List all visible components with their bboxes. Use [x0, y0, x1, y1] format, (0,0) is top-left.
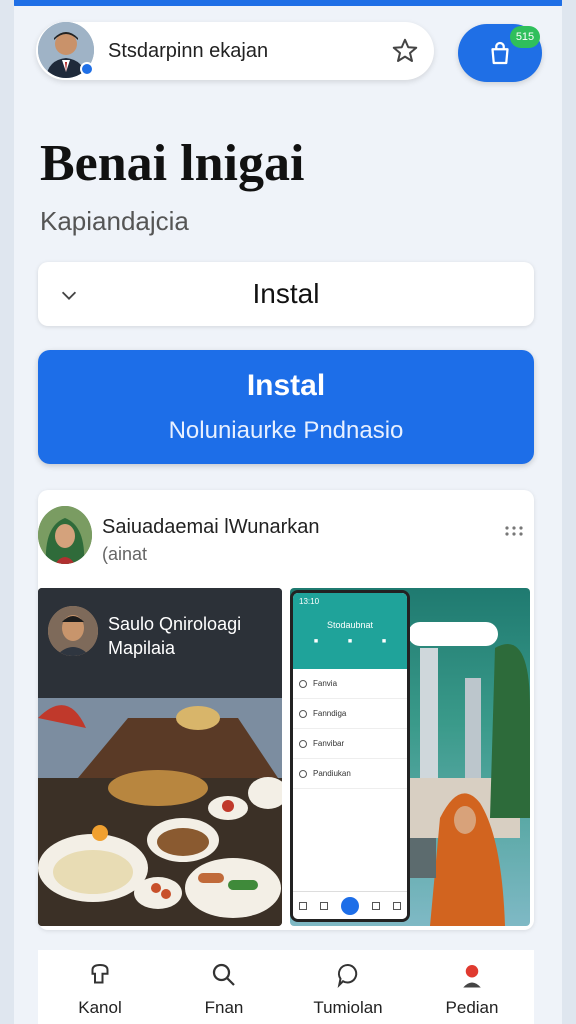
app-preview-image[interactable]: 13:10 Stodaubnat ■ ■ ■ Fanvia Fanndiga F…: [290, 588, 530, 926]
app-screen: Stsdarpinn ekajan 515 Benai lnigai Kapia…: [14, 6, 562, 1024]
search-icon: [212, 963, 235, 986]
phone-nav-icon: [371, 901, 380, 910]
list-bullet-icon: [299, 709, 307, 718]
install-button[interactable]: Instal Noluniaurke Pndnasio: [38, 350, 534, 464]
phone-tabs: ■ ■ ■: [299, 638, 401, 645]
phone-tab: ■: [313, 638, 319, 645]
nav-label-chat: Tumiolan: [313, 998, 383, 1017]
phone-mockup: 13:10 Stodaubnat ■ ■ ■ Fanvia Fanndiga F…: [290, 590, 410, 922]
more-options-icon[interactable]: [504, 526, 524, 536]
page-title: Benai lnigai: [40, 135, 305, 192]
install-button-label: Instal: [246, 369, 326, 402]
phone-list-item: Fanvia: [293, 669, 407, 699]
search-input[interactable]: Stsdarpinn ekajan: [108, 40, 390, 63]
list-bullet-icon: [299, 739, 307, 748]
post-author[interactable]: Saiuadaemai lWunarkan: [102, 516, 320, 539]
cart-count-badge: 515: [510, 26, 540, 48]
shopping-bag-button[interactable]: 515: [458, 24, 542, 82]
preview-avatar: [48, 606, 98, 656]
phone-tab: ■: [347, 638, 353, 645]
nav-label-search: Fnan: [204, 998, 244, 1017]
search-bar[interactable]: Stsdarpinn ekajan: [36, 22, 434, 80]
phone-list-item: Fanvibar: [293, 729, 407, 759]
phone-app-title: Stodaubnat: [326, 620, 374, 630]
install-button-sublabel: Noluniaurke Pndnasio: [168, 417, 404, 444]
chevron-down-icon: [61, 291, 77, 300]
user-avatar[interactable]: [38, 22, 96, 80]
phone-nav-icon: [392, 901, 401, 910]
phone-header: 13:10 Stodaubnat ■ ■ ■: [293, 593, 407, 669]
phone-list-item: Fanndiga: [293, 699, 407, 729]
phone-list-label: Fanndiga: [313, 709, 347, 718]
list-bullet-icon: [299, 679, 307, 688]
post-meta: (ainat: [102, 544, 148, 564]
list-bullet-icon: [299, 769, 307, 778]
phone-nav-icon: [320, 901, 329, 910]
nav-item-search[interactable]: Fnan: [169, 960, 279, 1018]
preview-title: Saulo Qniroloagi Mapilaia: [108, 612, 241, 660]
phone-list-label: Fanvibar: [313, 739, 345, 748]
bottom-navigation: Kanol Fnan Tumiolan Pedian: [38, 950, 534, 1024]
phone-list-label: Fanvia: [313, 679, 338, 688]
nav-item-profile[interactable]: Pedian: [417, 960, 527, 1018]
profile-icon: [463, 965, 481, 988]
phone-list-item: Pandiukan: [293, 759, 407, 789]
phone-time: 13:10: [299, 597, 320, 606]
preview-title-line-2: Mapilaia: [108, 638, 176, 658]
food-preview-image[interactable]: Saulo Qniroloagi Mapilaia: [38, 588, 282, 926]
online-indicator: [80, 62, 94, 76]
install-dropdown-label: Instal: [252, 278, 320, 309]
phone-nav-icon: [299, 901, 308, 910]
preview-title-line-1: Saulo Qniroloagi: [108, 614, 242, 634]
phone-fab: [340, 896, 359, 915]
phone-bottom-nav: [293, 891, 407, 919]
phone-list-label: Pandiukan: [313, 769, 351, 778]
chat-icon: [337, 963, 358, 989]
home-icon: [91, 963, 109, 984]
author-avatar[interactable]: [38, 506, 92, 564]
post-card: Saiuadaemai lWunarkan (ainat Saulo Qniro…: [38, 490, 534, 930]
nav-item-chat[interactable]: Tumiolan: [293, 960, 403, 1018]
nav-label-profile: Pedian: [445, 998, 499, 1017]
page-subtitle: Kapiandajcia: [40, 206, 189, 236]
star-icon[interactable]: [390, 36, 420, 66]
nav-label-home: Kanol: [78, 998, 122, 1017]
nav-item-home[interactable]: Kanol: [45, 960, 155, 1018]
phone-tab: ■: [381, 638, 387, 645]
install-dropdown-button[interactable]: Instal: [38, 262, 534, 326]
